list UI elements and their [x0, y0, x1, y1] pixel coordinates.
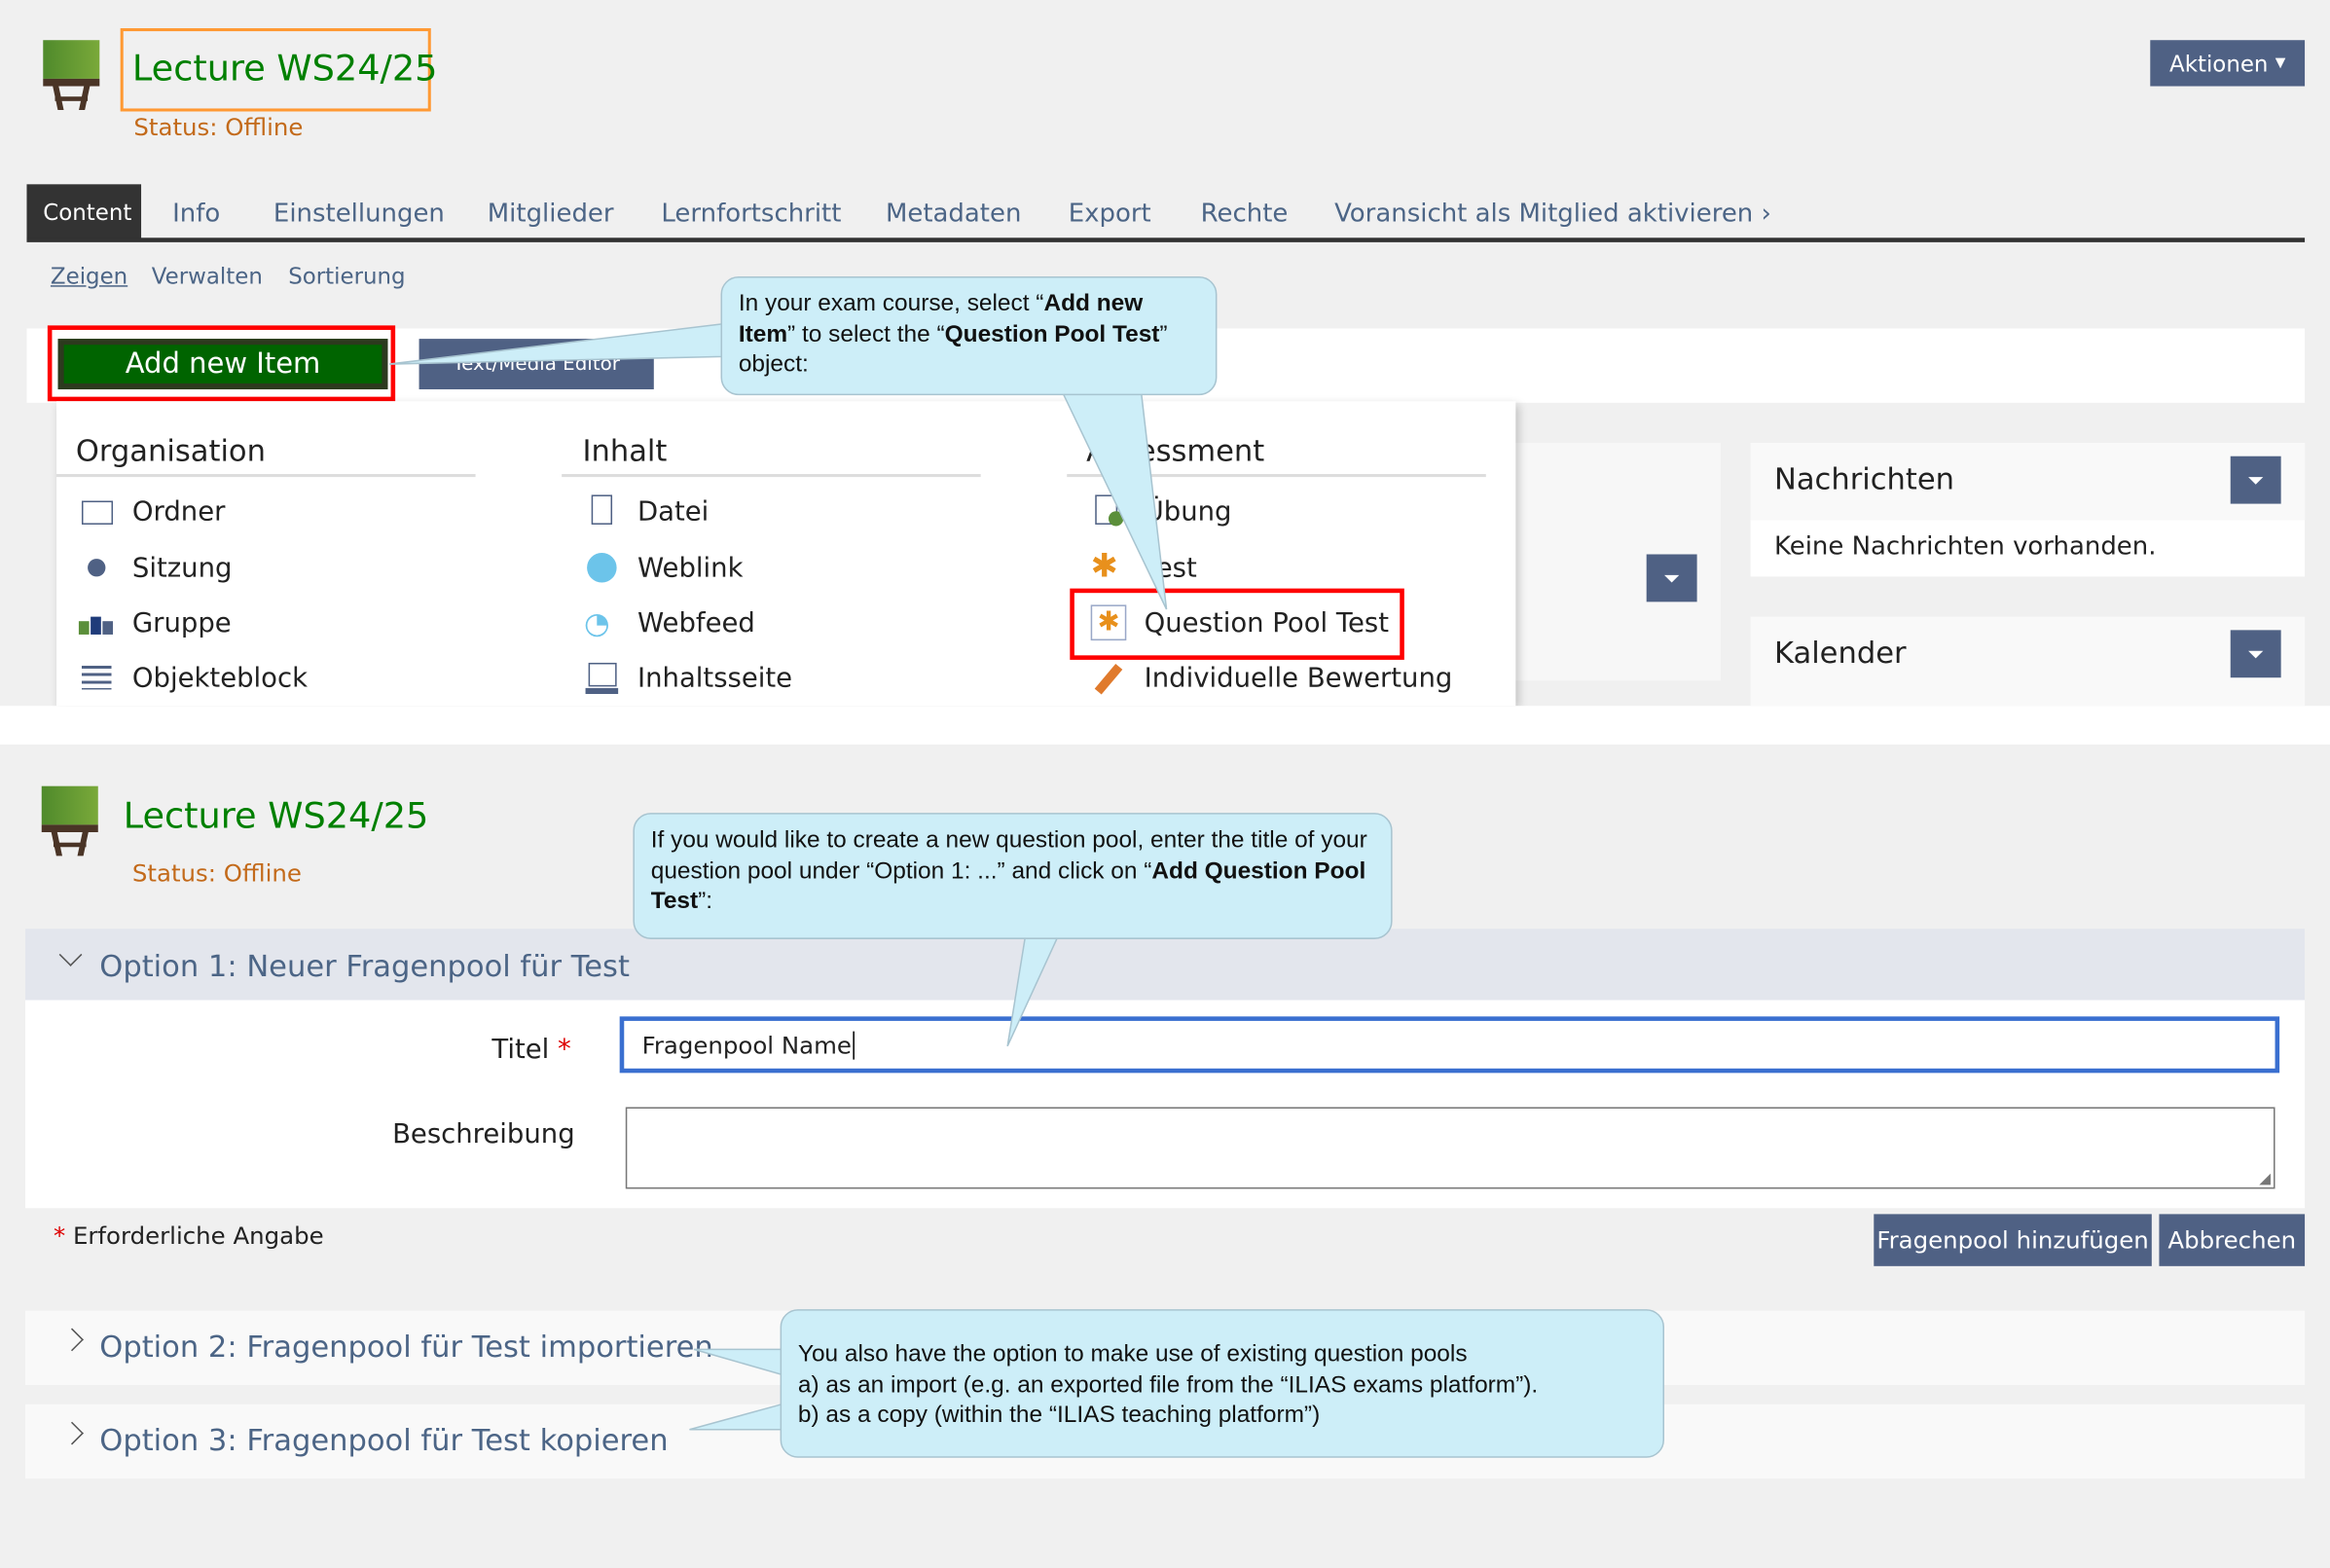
- instruction-callout-3: You also have the option to make use of …: [780, 1309, 1665, 1458]
- instruction-callout-2: If you would like to create a new questi…: [633, 813, 1393, 939]
